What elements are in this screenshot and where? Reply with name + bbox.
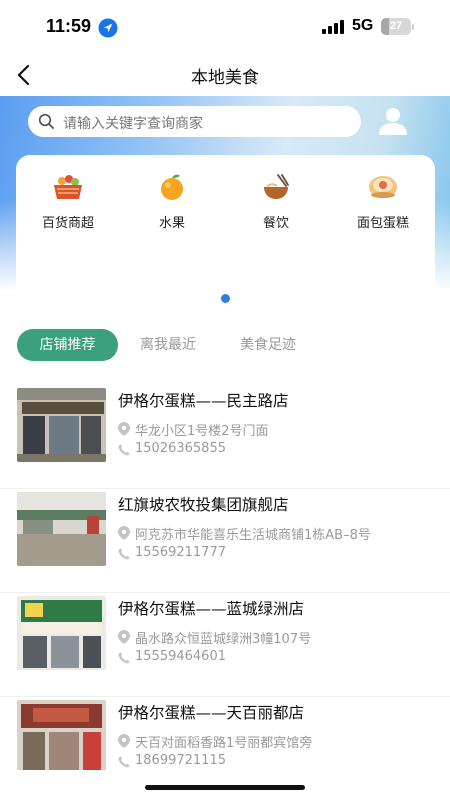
store-name: 伊格尔蛋糕——蓝城绿洲店 (118, 600, 305, 618)
phone-icon (118, 548, 130, 560)
store-address: 晶水路众恒蓝城绿洲3幢107号 (135, 632, 312, 647)
store-name: 伊格尔蛋糕——民主路店 (118, 392, 289, 410)
nav-bar: 本地美食 (0, 52, 450, 98)
category-label: 餐饮 (262, 216, 289, 231)
store-item[interactable]: 伊格尔蛋糕——蓝城绿洲店 晶水路众恒蓝城绿洲3幢107号 15559464601 (0, 593, 450, 697)
store-phone[interactable]: 15569211777 (135, 545, 226, 560)
battery-icon: 27 (381, 18, 415, 35)
phone-icon (118, 444, 130, 456)
search-input[interactable]: 请输入关键字查询商家 (28, 106, 361, 137)
store-name: 伊格尔蛋糕——天百丽都店 (118, 704, 305, 722)
status-time: 11:59 (46, 16, 92, 36)
store-item[interactable]: 伊格尔蛋糕——民主路店 华龙小区1号楼2号门面 15026365855 (0, 385, 450, 489)
store-phone[interactable]: 18699721115 (135, 753, 226, 768)
user-profile-icon[interactable] (376, 104, 410, 138)
phone-icon (118, 652, 130, 664)
category-label: 面包蛋糕 (356, 216, 409, 231)
home-indicator[interactable] (145, 785, 305, 790)
pager-dot-active[interactable] (221, 294, 230, 303)
store-photo (17, 700, 106, 774)
category-bakery[interactable]: 面包蛋糕 (331, 172, 435, 231)
tab-food-history[interactable]: 美食足迹 (224, 329, 312, 361)
signal-icon (322, 20, 344, 34)
status-bar: 11:59 5G 27 (0, 0, 450, 52)
store-photo (17, 492, 106, 566)
store-phone[interactable]: 15559464601 (135, 649, 226, 664)
location-pin-icon (118, 734, 130, 748)
store-photo (17, 388, 106, 462)
store-phone[interactable]: 15026365855 (135, 441, 226, 456)
category-grocery[interactable]: 百货商超 (16, 172, 120, 231)
noodle-bowl-icon (264, 174, 289, 199)
store-item[interactable]: 红旗坡农牧投集团旗舰店 阿克苏市华能喜乐生活城商铺1栋AB–8号 1556921… (0, 489, 450, 593)
tab-recommended[interactable]: 店铺推荐 (17, 329, 118, 361)
orange-fruit-icon (161, 174, 183, 200)
category-fruit[interactable]: 水果 (120, 172, 224, 231)
battery-level: 27 (389, 20, 403, 32)
page-title: 本地美食 (191, 68, 259, 88)
category-card: 百货商超 水果 餐饮 面包蛋糕 (16, 155, 435, 311)
category-label: 百货商超 (41, 216, 94, 231)
location-pin-icon (118, 630, 130, 644)
search-placeholder: 请输入关键字查询商家 (63, 116, 203, 132)
store-address: 阿克苏市华能喜乐生活城商铺1栋AB–8号 (135, 528, 371, 543)
filter-tabs: 店铺推荐 离我最近 美食足迹 (0, 329, 450, 363)
location-arrow-icon (98, 18, 118, 38)
network-type: 5G (352, 17, 374, 34)
location-pin-icon (118, 526, 130, 540)
search-icon (38, 113, 54, 129)
category-label: 水果 (158, 216, 185, 231)
tab-nearest[interactable]: 离我最近 (122, 329, 214, 361)
grocery-basket-icon (54, 175, 82, 199)
phone-icon (118, 756, 130, 768)
store-address: 华龙小区1号楼2号门面 (135, 424, 269, 439)
cake-icon (369, 176, 397, 198)
store-name: 红旗坡农牧投集团旗舰店 (118, 496, 289, 514)
store-photo (17, 596, 106, 670)
category-dining[interactable]: 餐饮 (224, 172, 328, 231)
store-address: 天百对面稻香路1号丽都宾馆旁 (135, 736, 313, 751)
location-pin-icon (118, 422, 130, 436)
